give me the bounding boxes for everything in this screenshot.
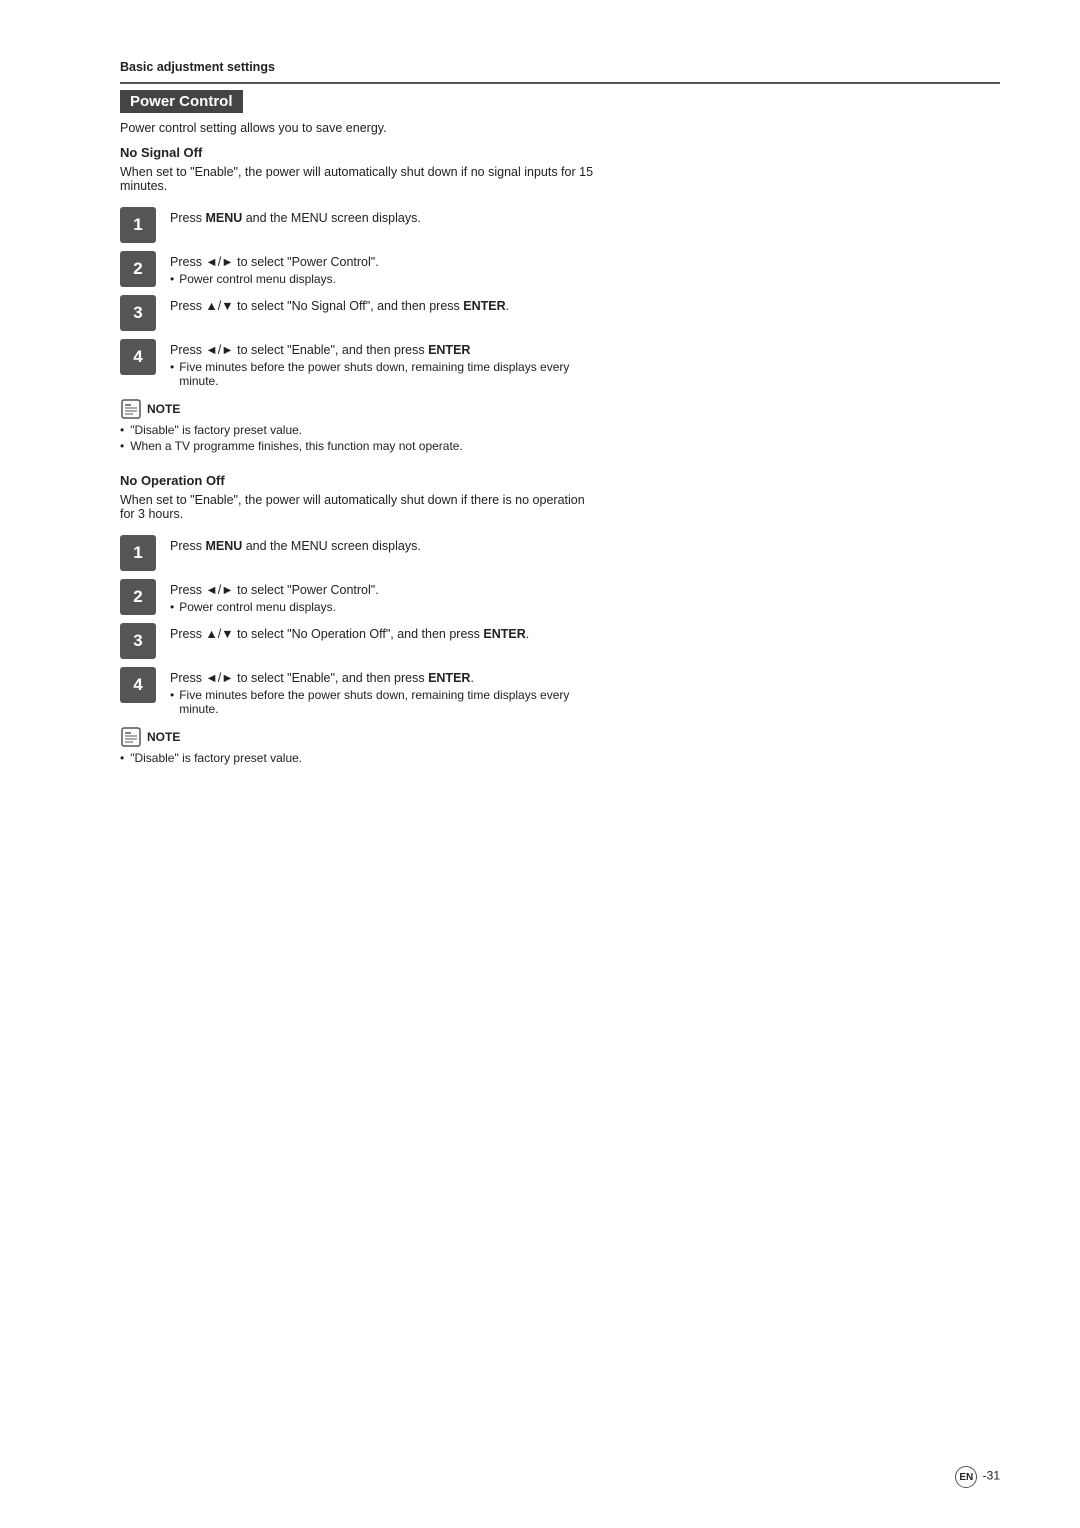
step-bullet: Five minutes before the power shuts down…: [170, 688, 610, 716]
step-badge-2: 2: [120, 579, 156, 615]
no-operation-off-note: NOTE "Disable" is factory preset value.: [120, 726, 1000, 765]
step-badge-1: 1: [120, 207, 156, 243]
no-operation-off-section: No Operation Off When set to "Enable", t…: [120, 473, 1000, 765]
step-row: 3 Press ▲/▼ to select "No Operation Off"…: [120, 623, 1000, 659]
step-content-4: Press ◄/► to select "Enable", and then p…: [170, 339, 610, 388]
step-badge-3: 3: [120, 623, 156, 659]
top-rule: [120, 82, 1000, 84]
section-header: Basic adjustment settings: [120, 60, 1000, 74]
step-bullet: Five minutes before the power shuts down…: [170, 360, 610, 388]
no-signal-off-desc: When set to "Enable", the power will aut…: [120, 165, 600, 193]
page: Basic adjustment settings Power Control …: [0, 0, 1080, 1528]
note-label: NOTE: [147, 726, 180, 748]
note-bullets: "Disable" is factory preset value.: [120, 751, 1000, 765]
page-number: EN -31: [955, 1466, 1000, 1488]
step-content-2: Press ◄/► to select "Power Control". Pow…: [170, 579, 379, 614]
en-badge: EN: [955, 1466, 977, 1488]
note-icon: [120, 726, 142, 748]
step-content-4: Press ◄/► to select "Enable", and then p…: [170, 667, 610, 716]
step-badge-1: 1: [120, 535, 156, 571]
step-bullet: Power control menu displays.: [170, 600, 379, 614]
note-label: NOTE: [147, 398, 180, 420]
step-content-3: Press ▲/▼ to select "No Signal Off", and…: [170, 295, 509, 313]
step-row: 4 Press ◄/► to select "Enable", and then…: [120, 667, 1000, 716]
step-content-3: Press ▲/▼ to select "No Operation Off", …: [170, 623, 529, 641]
no-signal-off-note: NOTE "Disable" is factory preset value. …: [120, 398, 1000, 453]
no-operation-off-desc: When set to "Enable", the power will aut…: [120, 493, 600, 521]
no-signal-off-title: No Signal Off: [120, 145, 1000, 160]
step-badge-3: 3: [120, 295, 156, 331]
step-row: 4 Press ◄/► to select "Enable", and then…: [120, 339, 1000, 388]
step-content-2: Press ◄/► to select "Power Control". Pow…: [170, 251, 379, 286]
step-bullet: Power control menu displays.: [170, 272, 379, 286]
note-bullets: "Disable" is factory preset value. When …: [120, 423, 1000, 453]
step-row: 2 Press ◄/► to select "Power Control". P…: [120, 579, 1000, 615]
no-signal-off-section: No Signal Off When set to "Enable", the …: [120, 145, 1000, 453]
step-row: 3 Press ▲/▼ to select "No Signal Off", a…: [120, 295, 1000, 331]
step-row: 2 Press ◄/► to select "Power Control". P…: [120, 251, 1000, 287]
step-badge-4: 4: [120, 339, 156, 375]
note-bullet: "Disable" is factory preset value.: [120, 751, 1000, 765]
step-badge-4: 4: [120, 667, 156, 703]
no-operation-off-title: No Operation Off: [120, 473, 1000, 488]
no-signal-off-steps: 1 Press MENU and the MENU screen display…: [120, 207, 1000, 388]
page-number-text: -31: [983, 1469, 1000, 1483]
note-bullet: When a TV programme finishes, this funct…: [120, 439, 1000, 453]
step-content-1: Press MENU and the MENU screen displays.: [170, 535, 421, 553]
page-title: Power Control: [120, 90, 243, 113]
step-row: 1 Press MENU and the MENU screen display…: [120, 207, 1000, 243]
note-icon: [120, 398, 142, 420]
step-row: 1 Press MENU and the MENU screen display…: [120, 535, 1000, 571]
step-badge-2: 2: [120, 251, 156, 287]
step-content-1: Press MENU and the MENU screen displays.: [170, 207, 421, 225]
note-bullet: "Disable" is factory preset value.: [120, 423, 1000, 437]
intro-text: Power control setting allows you to save…: [120, 121, 1000, 135]
no-operation-off-steps: 1 Press MENU and the MENU screen display…: [120, 535, 1000, 716]
note-header-row: NOTE: [120, 726, 1000, 748]
note-header-row: NOTE: [120, 398, 1000, 420]
